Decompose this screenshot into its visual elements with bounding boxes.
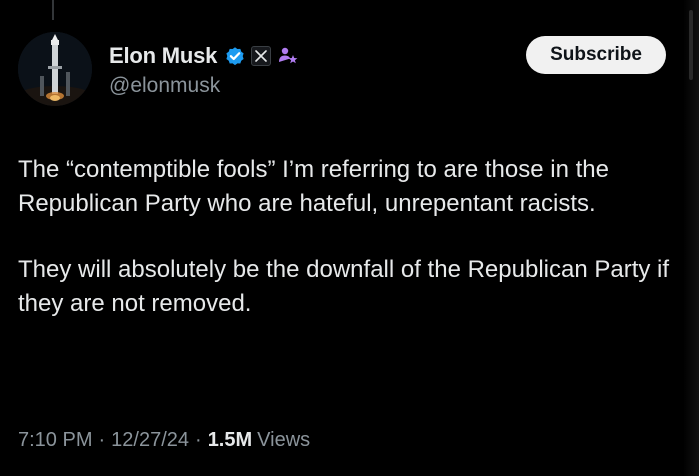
views-count[interactable]: 1.5M [208, 429, 252, 452]
tweet-paragraph: They will absolutely be the downfall of … [18, 256, 670, 317]
author-name-row: Elon Musk [109, 42, 299, 70]
scrollbar[interactable] [683, 0, 699, 476]
author-display-name[interactable]: Elon Musk [109, 43, 217, 69]
affiliate-icon[interactable] [277, 45, 299, 67]
views-label: Views [257, 429, 311, 451]
author-handle[interactable]: @elonmusk [109, 74, 299, 98]
avatar[interactable] [18, 32, 92, 106]
verified-icon[interactable] [224, 45, 246, 67]
meta-separator: · [98, 429, 106, 451]
tweet-time[interactable]: 7:10 PM [18, 429, 92, 452]
tweet-meta: 7:10 PM · 12/27/24 · 1.5M Views [18, 429, 310, 452]
scrollbar-thumb[interactable] [689, 10, 693, 80]
tweet-date[interactable]: 12/27/24 [111, 429, 189, 452]
avatar-rocket-image [18, 32, 92, 106]
tweet-paragraph: The “contemptible fools” I’m referring t… [18, 156, 609, 217]
thread-connector-line [52, 0, 54, 20]
x-icon[interactable] [251, 46, 272, 66]
author-block: Elon Musk @elonmusk [109, 42, 299, 98]
subscribe-button[interactable]: Subscribe [526, 36, 666, 74]
meta-separator: · [195, 429, 202, 451]
tweet-text: The “contemptible fools” I’m referring t… [18, 153, 678, 321]
